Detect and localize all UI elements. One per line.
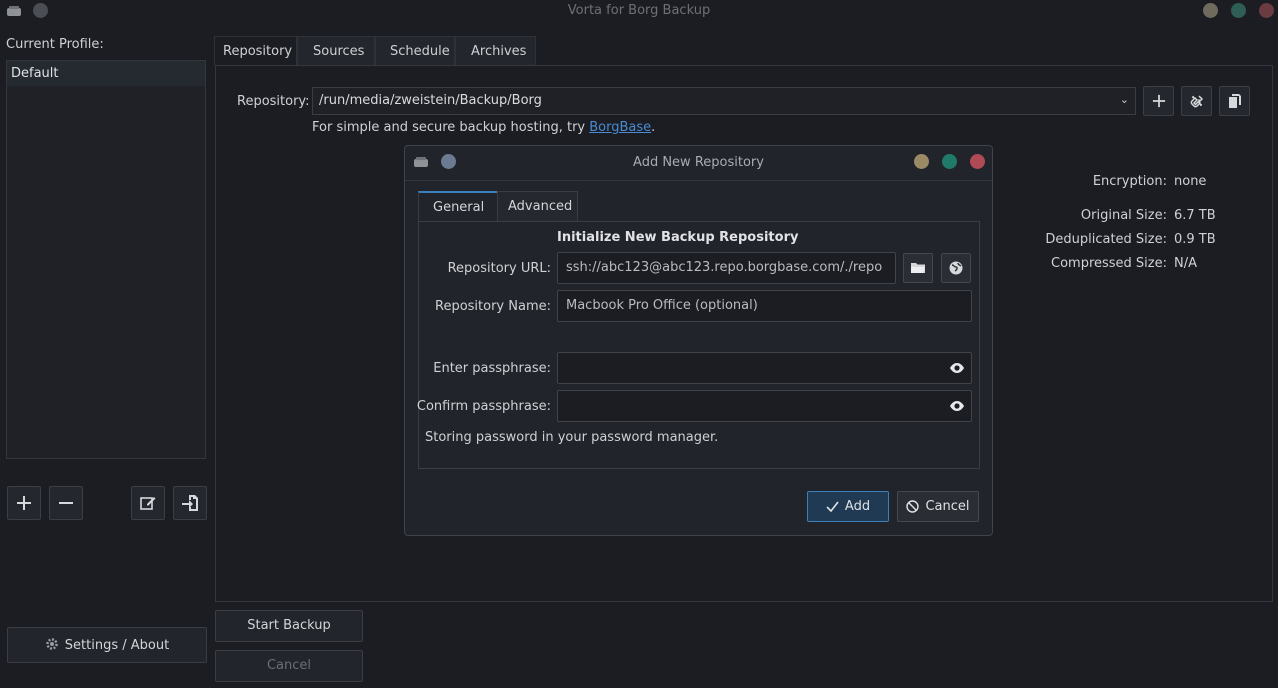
folder-icon [911,263,925,273]
borgbase-hint: For simple and secure backup hosting, tr… [312,120,655,135]
dialog-close-button[interactable] [970,154,985,169]
tab-advanced[interactable]: Advanced [497,191,578,222]
add-button[interactable]: Add [807,491,889,522]
add-profile-button[interactable] [7,486,41,520]
edit-profile-button[interactable] [131,486,165,520]
repository-name-label: Repository Name: [435,299,551,314]
hint-suffix: . [651,120,656,135]
profile-item[interactable]: Default [7,61,205,86]
repository-url-input[interactable]: ssh://abc123@abc123.repo.borgbase.com/./… [557,252,896,284]
password-storage-note: Storing password in your password manage… [425,430,719,445]
chevron-down-icon: ⌄ [1119,93,1129,106]
edit-icon [140,497,156,510]
current-profile-label: Current Profile: [6,37,104,52]
encryption-value: none [1174,174,1207,189]
confirm-passphrase-label: Confirm passphrase: [416,399,551,414]
check-icon [826,501,839,512]
minimize-button[interactable] [1203,3,1218,18]
profile-list[interactable]: Default [6,60,206,459]
repository-value: /run/media/zweistein/Backup/Borg [319,93,542,108]
original-size-value: 6.7 TB [1174,208,1216,223]
import-icon [182,495,198,511]
repository-label: Repository: [237,94,310,109]
cancel-icon [906,500,920,513]
add-label: Add [844,499,871,514]
hint-text: For simple and secure backup hosting, tr… [312,120,590,135]
confirm-passphrase-input[interactable] [557,390,972,422]
plus-icon [1152,94,1165,108]
unlink-icon [1190,95,1203,108]
compressed-size-label: Compressed Size: [1051,256,1167,271]
deduplicated-size-value: 0.9 TB [1174,232,1216,247]
repository-name-input[interactable]: Macbook Pro Office (optional) [557,290,972,322]
add-repository-dialog: Add New Repository General Advanced Init… [404,145,993,536]
globe-icon [949,261,963,275]
settings-label: Settings / About [64,638,170,653]
dialog-heading: Initialize New Backup Repository [557,230,799,245]
dialog-separator [405,180,992,181]
remote-url-button[interactable] [941,253,971,283]
cancel-label: Cancel [925,499,970,514]
cancel-backup-button[interactable]: Cancel [215,650,363,682]
copy-repository-button[interactable] [1219,86,1250,116]
browse-folder-button[interactable] [903,253,933,283]
window-title: Vorta for Borg Backup [567,3,711,18]
dialog-minimize-button[interactable] [914,154,929,169]
tab-schedule[interactable]: Schedule [375,36,455,66]
compressed-size-value: N/A [1174,256,1197,271]
close-button[interactable] [1259,3,1274,18]
add-repository-button[interactable] [1143,86,1174,116]
enter-passphrase-input[interactable] [557,352,972,384]
dialog-title: Add New Repository [633,155,764,170]
original-size-label: Original Size: [1080,208,1167,223]
general-panel: Initialize New Backup Repository Reposit… [416,221,980,469]
repository-url-label: Repository URL: [447,261,551,276]
settings-button[interactable]: Settings / About [7,627,207,663]
maximize-button[interactable] [1231,3,1246,18]
encryption-label: Encryption: [1092,174,1167,189]
unlink-repository-button[interactable] [1181,86,1212,116]
gear-icon [46,638,58,650]
minus-icon [59,502,73,504]
deduplicated-size-label: Deduplicated Size: [1045,232,1167,247]
remove-profile-button[interactable] [49,486,83,520]
eye-icon[interactable] [949,398,965,414]
cancel-button[interactable]: Cancel [897,491,979,522]
eye-icon[interactable] [949,360,965,376]
title-bar: Vorta for Borg Backup [0,0,1278,24]
borgbase-link[interactable]: BorgBase [589,120,651,135]
dialog-maximize-button[interactable] [942,154,957,169]
tab-archives[interactable]: Archives [455,36,536,66]
plus-icon [17,496,31,510]
tab-sources[interactable]: Sources [297,36,375,66]
tab-general[interactable]: General [418,191,498,222]
copy-icon [1228,94,1241,108]
enter-passphrase-label: Enter passphrase: [433,361,551,376]
start-backup-button[interactable]: Start Backup [215,610,363,642]
repository-select[interactable]: /run/media/zweistein/Backup/Borg ⌄ [312,87,1136,115]
import-profile-button[interactable] [173,486,207,520]
tab-repository[interactable]: Repository [214,36,297,66]
